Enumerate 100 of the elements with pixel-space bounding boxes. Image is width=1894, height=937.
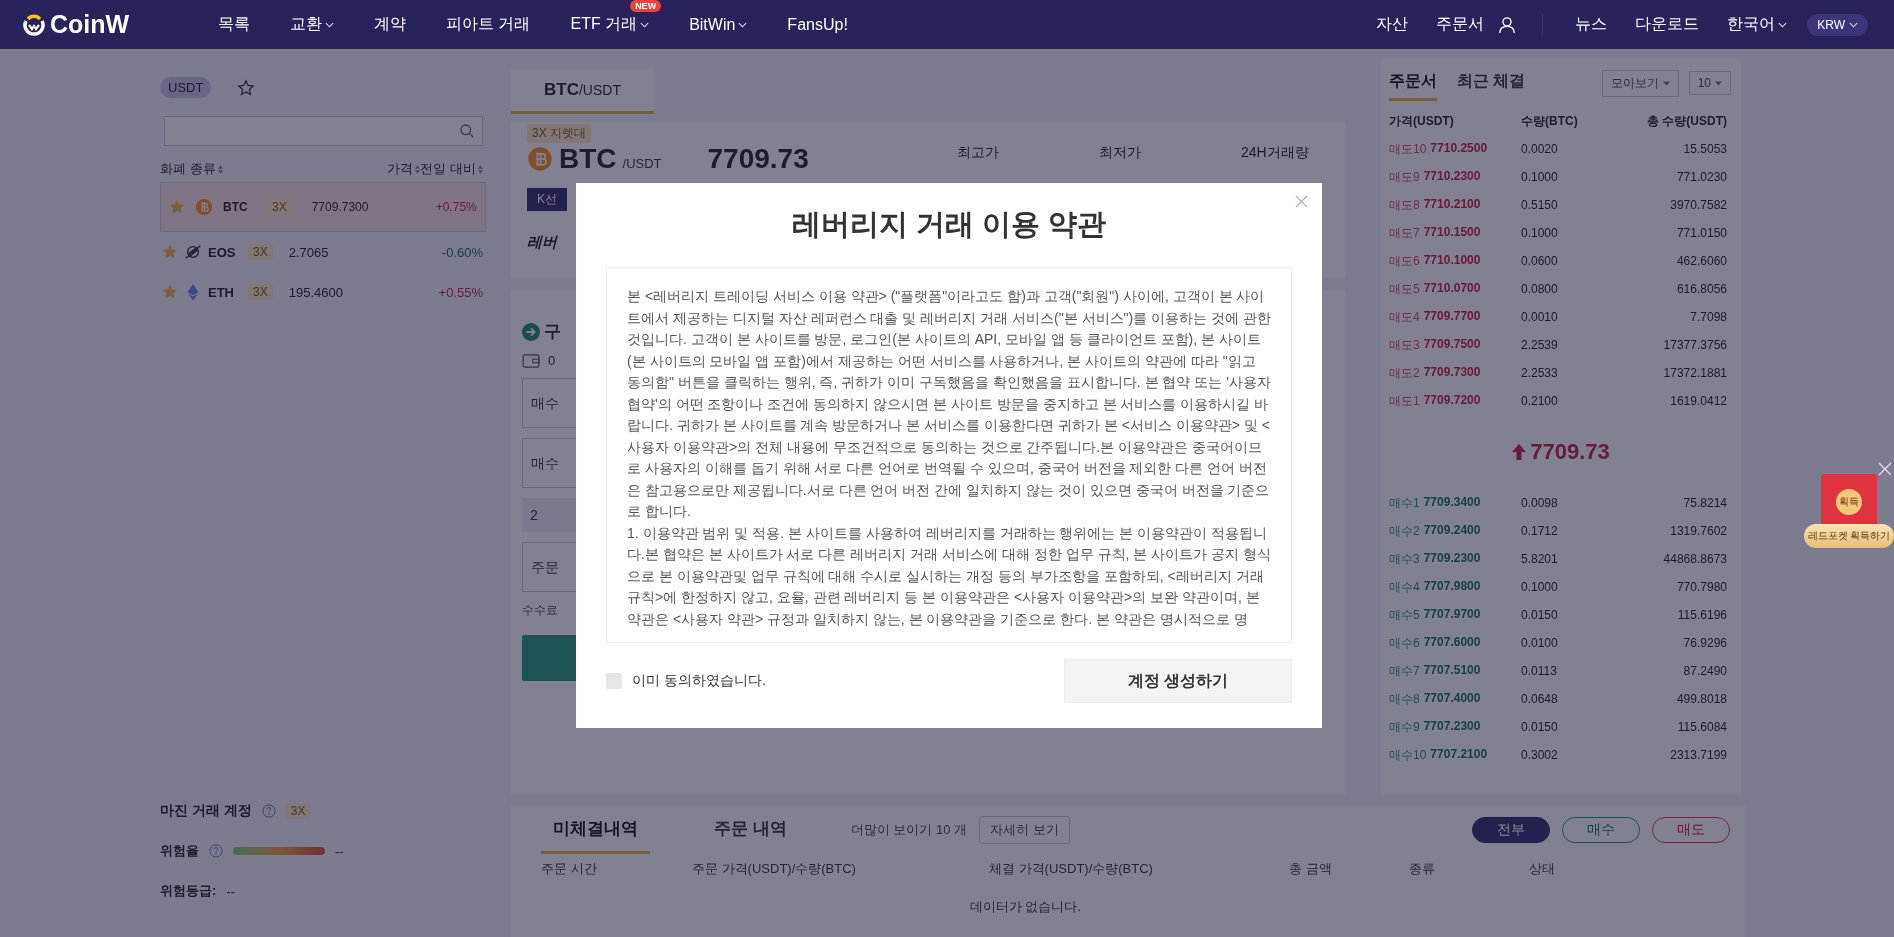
agree-checkbox[interactable] xyxy=(606,673,622,689)
orders-tab[interactable]: 미체결내역 xyxy=(541,806,650,854)
nav-link[interactable]: ETF 거래 xyxy=(550,14,670,35)
ask-price: 7709.7700 xyxy=(1423,308,1481,325)
coin-icon xyxy=(184,243,202,261)
ask-price: 7710.1500 xyxy=(1423,224,1481,241)
coin-price: 7709.7300 xyxy=(311,200,370,214)
logo[interactable]: CoinW xyxy=(22,10,218,39)
column-header: 수량(BTC) xyxy=(1521,112,1579,130)
sort-icon[interactable] xyxy=(478,164,483,174)
level-label: 매도6 xyxy=(1389,252,1420,270)
amount: 2.2533 xyxy=(1521,366,1559,380)
amount: 0.1712 xyxy=(1521,524,1559,538)
logo-icon xyxy=(22,12,46,37)
total: 115.6196 xyxy=(1676,608,1727,622)
currency-selector[interactable]: KRW xyxy=(1807,13,1868,36)
stat-label: 최고가 xyxy=(957,144,999,162)
nav-link[interactable]: 다운로드 xyxy=(1621,14,1714,35)
nav-link[interactable]: 주문서 xyxy=(1422,14,1499,35)
sort-icon[interactable] xyxy=(217,164,223,174)
quote-currency: /USDT xyxy=(622,156,662,171)
search-field[interactable] xyxy=(164,116,483,146)
nav-link[interactable]: 목록 xyxy=(218,14,270,35)
nav-link[interactable]: 자산 xyxy=(1362,14,1423,35)
create-account-button[interactable]: 계정 생성하기 xyxy=(1064,659,1292,703)
orderbook-tab[interactable]: 최근 체결 xyxy=(1457,65,1526,101)
amount: 0.0010 xyxy=(1521,310,1559,324)
filter-button[interactable]: 전부 xyxy=(1472,817,1550,843)
nav-link[interactable]: 뉴스 xyxy=(1561,14,1622,35)
help-icon[interactable] xyxy=(261,804,276,818)
price-change: -0.60% xyxy=(441,244,483,260)
risk-level-label: 위험등급: xyxy=(160,882,217,900)
nav-link[interactable]: 피아트 거래 xyxy=(426,14,551,35)
bid-price: 7707.2100 xyxy=(1430,746,1488,763)
depth-dropdown[interactable]: 10 xyxy=(1688,71,1731,95)
amount: 0.0100 xyxy=(1521,636,1559,650)
pair-tab[interactable]: BTC/USDT xyxy=(511,69,654,114)
market-row[interactable]: EOS 3X 2.7065 -0.60% xyxy=(160,232,495,272)
coin-name: BTC xyxy=(223,200,249,214)
nav-link[interactable]: 한국어 xyxy=(1713,14,1802,35)
close-icon[interactable] xyxy=(1295,195,1308,208)
filter-button[interactable]: 매도 xyxy=(1652,817,1730,843)
show-more-text: 더많이 보이기 10 개 xyxy=(850,821,968,839)
total: 75.8214 xyxy=(1682,496,1727,510)
star-icon[interactable] xyxy=(237,78,256,97)
level-label: 매수9 xyxy=(1389,718,1420,736)
total: 15.5053 xyxy=(1682,142,1727,156)
chevron-down-icon xyxy=(640,21,650,28)
ask-price: 7709.7200 xyxy=(1423,392,1481,409)
column-header[interactable]: 전일 대비 xyxy=(420,160,476,178)
chart-button[interactable]: K선 xyxy=(527,188,567,211)
reward-button[interactable]: 레드포켓 획득하기 xyxy=(1803,524,1894,548)
sort-icon[interactable] xyxy=(415,164,420,174)
user-icon[interactable] xyxy=(1498,15,1517,34)
nav-link[interactable]: FansUp! xyxy=(767,15,868,34)
section-tab[interactable]: 레버 xyxy=(527,233,557,252)
arrow-circle-icon xyxy=(522,322,540,341)
risk-rate-value: -- xyxy=(335,843,344,859)
risk-level-value: -- xyxy=(226,883,235,899)
help-icon[interactable] xyxy=(209,844,223,858)
star-icon[interactable] xyxy=(169,199,185,215)
chevron-down-icon xyxy=(325,21,334,28)
nav-link[interactable]: 교환 xyxy=(270,14,354,35)
nav-link[interactable]: BitWin xyxy=(669,15,768,34)
column-header: 종류 xyxy=(1409,860,1436,878)
balance-value: 0 xyxy=(548,353,556,368)
total: 1319.7602 xyxy=(1669,524,1727,538)
column-header: 주문 시간 xyxy=(541,860,598,878)
market-row[interactable]: ETH 3X 195.4600 +0.55% xyxy=(160,272,495,312)
grouping-dropdown[interactable]: 모아보기 xyxy=(1601,69,1679,97)
quote-tab[interactable]: USDT xyxy=(160,77,212,98)
stat-label: 24H거래량 xyxy=(1241,144,1309,162)
leverage-badge: 3X xyxy=(248,284,273,300)
details-button[interactable]: 자세히 보기 xyxy=(979,816,1070,844)
star-icon[interactable] xyxy=(162,284,178,300)
filter-button[interactable]: 매수 xyxy=(1562,817,1640,843)
coin-icon xyxy=(195,198,213,216)
level-label: 매도4 xyxy=(1389,308,1420,326)
star-icon[interactable] xyxy=(162,244,178,260)
bid-price: 7707.5100 xyxy=(1423,662,1481,679)
ask-price: 7709.7300 xyxy=(1423,364,1481,381)
column-header[interactable]: 화폐 종류 xyxy=(160,160,216,178)
new-badge: NEW xyxy=(630,0,662,12)
terms-paragraph: 1. 이용약관 범위 및 적용. 본 사이트를 사용하여 레버리지를 거래하는 행위에는 본 이용약관이 적용됩니다.본 협약은 본 사이트가 서로 다른 레버리지 거래 서비스에 대해 정한 업무 규칙, 본 사이트가 공지 형식으로 본 이용약관및 업무 규칙에 대해 수시로 실시하는 개정 등의 부가조항을 포함하되, <레버리지 거래 규칙>에 한정하지 않고, 요율, 관련 레버리지 등 본 이용약관은 <사용자 이용약관>의 보완 약관이며, 본 약관은 <사용자 약관> 규정과 일치하지 않는, 본 이용약관을 기준으로 한다. 본 약관은 명시적으로 명 xyxy=(627,523,1271,629)
amount: 0.1000 xyxy=(1521,226,1559,240)
stat-label: 최저가 xyxy=(1099,144,1141,162)
envelope-seal: 획득 xyxy=(1836,489,1862,515)
chevron-down-icon xyxy=(1778,21,1788,28)
column-header[interactable]: 가격 xyxy=(387,160,413,178)
amount: 0.1000 xyxy=(1521,170,1559,184)
market-row[interactable]: BTC 3X 7709.7300 +0.75% xyxy=(160,182,486,232)
amount: 0.0150 xyxy=(1521,608,1559,622)
bid-price: 7709.2400 xyxy=(1423,522,1481,539)
amount: 0.5150 xyxy=(1521,198,1559,212)
orders-tab[interactable]: 주문 내역 xyxy=(702,806,799,854)
level-label: 매수8 xyxy=(1389,690,1420,708)
nav-link[interactable]: 계약 xyxy=(354,14,426,35)
empty-message: 데이터가 없습니다. xyxy=(969,899,1082,914)
level-label: 매수3 xyxy=(1389,550,1420,568)
orderbook-tab[interactable]: 주문서 xyxy=(1389,65,1437,101)
